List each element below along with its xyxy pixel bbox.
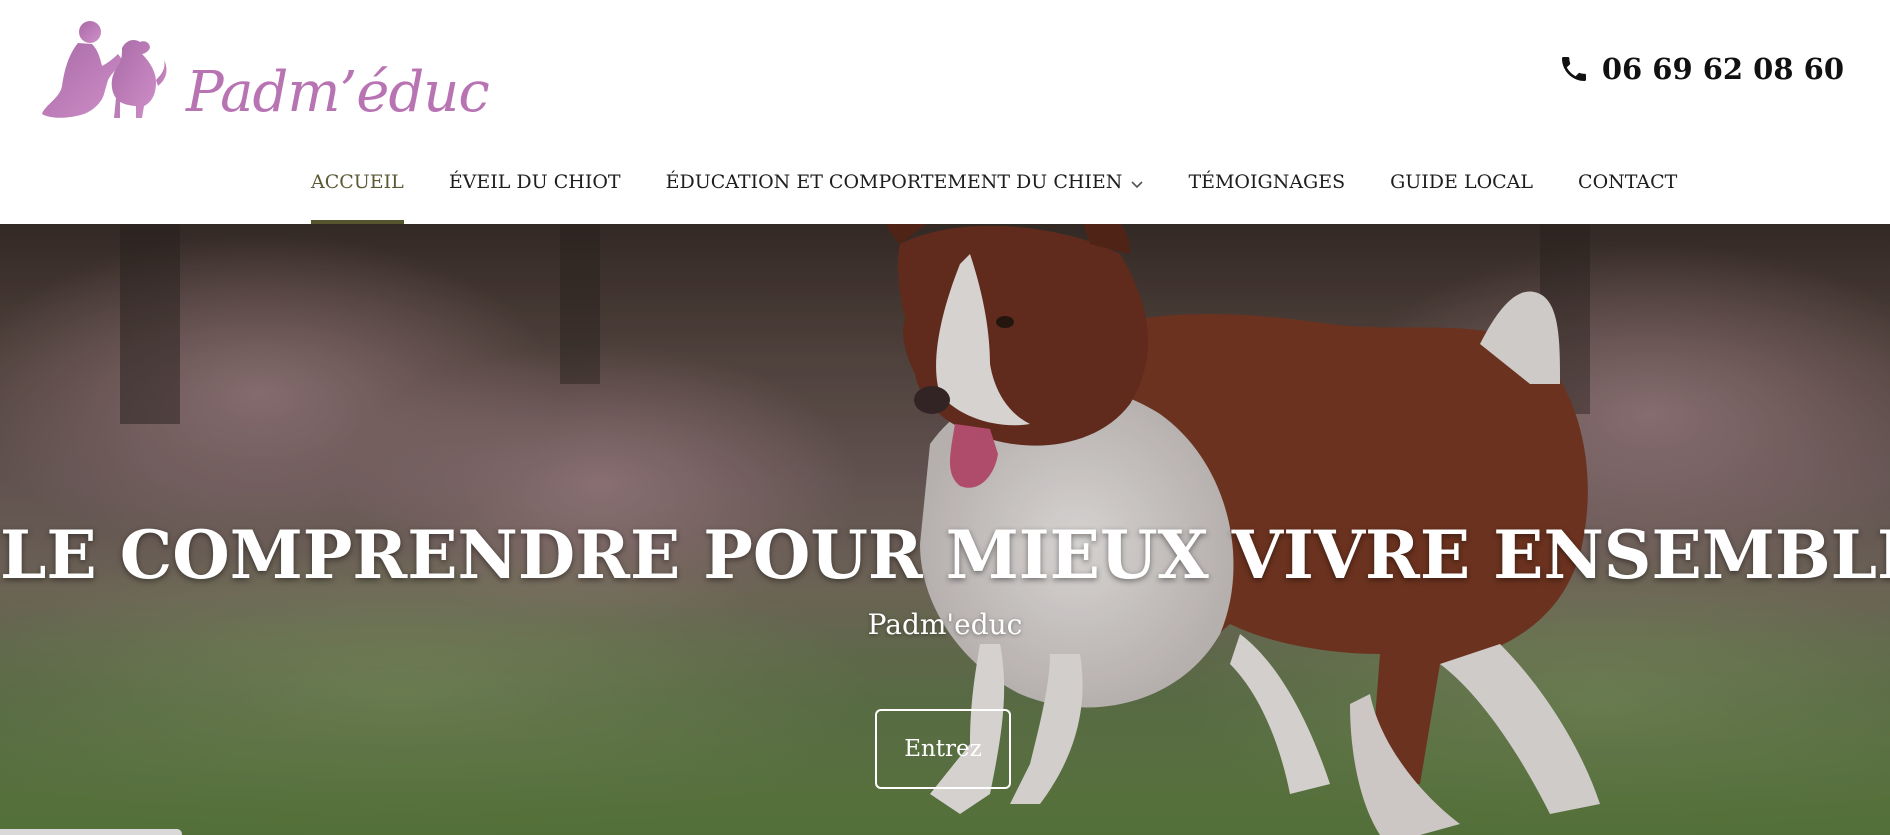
phone-icon bbox=[1561, 57, 1586, 81]
logo-wordmark: Padm’éduc bbox=[186, 60, 490, 125]
nav-item-label: TÉMOIGNAGES bbox=[1188, 171, 1346, 193]
site-logo[interactable]: Padm’éduc bbox=[38, 10, 490, 128]
hero-banner: LE COMPRENDRE POUR MIEUX VIVRE ENSEMBLE … bbox=[0, 224, 1890, 835]
nav-item-education-comportement[interactable]: ÉDUCATION ET COMPORTEMENT DU CHIEN bbox=[666, 160, 1144, 224]
phone-number: 06 69 62 08 60 bbox=[1601, 52, 1844, 86]
main-navigation: ACCUEIL ÉVEIL DU CHIOT ÉDUCATION ET COMP… bbox=[0, 160, 1890, 224]
enter-button[interactable]: Entrez bbox=[875, 709, 1011, 789]
nav-item-contact[interactable]: CONTACT bbox=[1578, 160, 1677, 224]
hero-title: LE COMPRENDRE POUR MIEUX VIVRE ENSEMBLE bbox=[0, 516, 1890, 594]
site-header: Padm’éduc 06 69 62 08 60 ACCUEIL ÉVEIL D… bbox=[0, 0, 1890, 224]
person-and-dog-silhouette-icon bbox=[42, 21, 167, 118]
chevron-down-icon[interactable] bbox=[1131, 160, 1144, 204]
cookie-consent-tab[interactable] bbox=[0, 829, 182, 835]
nav-item-label: ÉDUCATION ET COMPORTEMENT DU CHIEN bbox=[665, 171, 1123, 193]
nav-item-eveil-du-chiot[interactable]: ÉVEIL DU CHIOT bbox=[449, 160, 621, 224]
header-phone[interactable]: 06 69 62 08 60 bbox=[1558, 48, 1844, 90]
nav-list: ACCUEIL ÉVEIL DU CHIOT ÉDUCATION ET COMP… bbox=[311, 160, 1722, 224]
hero-subtitle: Padm'educ bbox=[867, 608, 1023, 641]
nav-item-label: CONTACT bbox=[1578, 171, 1678, 193]
nav-item-label: GUIDE LOCAL bbox=[1390, 171, 1534, 193]
nav-item-accueil[interactable]: ACCUEIL bbox=[311, 160, 404, 224]
nav-item-temoignages[interactable]: TÉMOIGNAGES bbox=[1188, 160, 1345, 224]
nav-item-label: ÉVEIL DU CHIOT bbox=[448, 171, 621, 193]
nav-item-guide-local[interactable]: GUIDE LOCAL bbox=[1390, 160, 1533, 224]
nav-item-label: ACCUEIL bbox=[311, 171, 404, 193]
